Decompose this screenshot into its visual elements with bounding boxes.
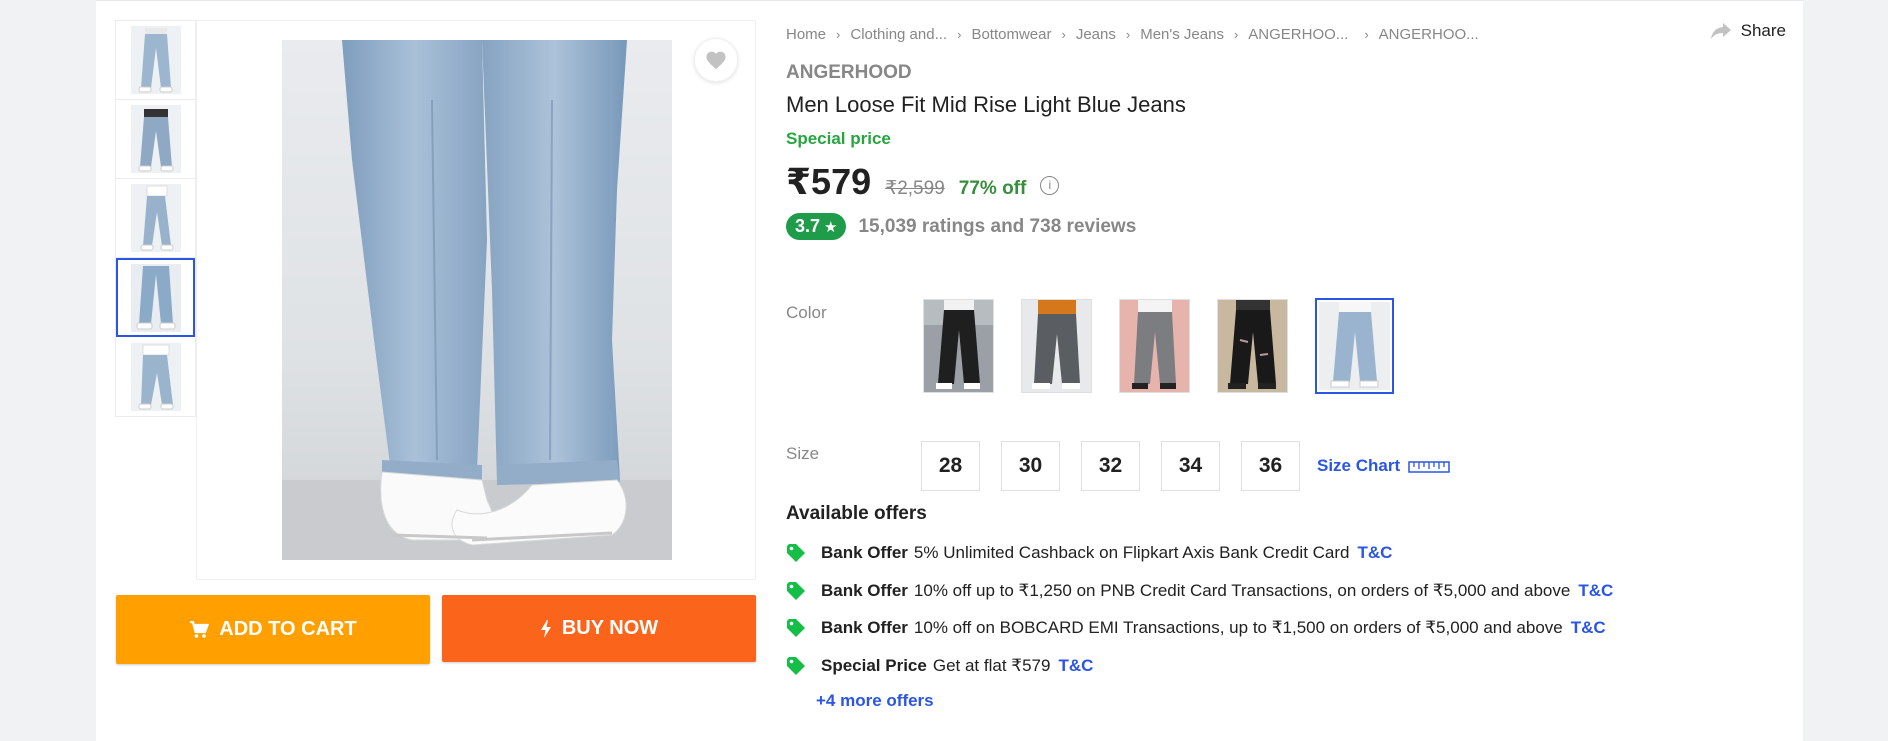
color-swatch-grey[interactable] <box>1021 299 1092 393</box>
product-main-image <box>282 40 672 560</box>
buy-now-button[interactable]: BUY NOW <box>442 595 756 662</box>
product-details: Home › Clothing and... › Bottomwear › Je… <box>786 1 1786 741</box>
color-swatch-ash-grey[interactable] <box>1119 299 1190 393</box>
offer-text: 10% off on BOBCARD EMI Transactions, up … <box>913 618 1563 637</box>
rating-badge[interactable]: 3.7 ★ <box>786 213 847 240</box>
size-label: Size <box>786 444 820 463</box>
rating-value: 3.7 <box>795 216 821 236</box>
chevron-right-icon: › <box>1364 27 1369 42</box>
price-row: ₹579 ₹2,599 77% off i <box>786 161 1060 203</box>
size-option-28[interactable]: 28 <box>921 441 980 491</box>
bolt-icon <box>540 619 551 638</box>
thumbnail-1[interactable] <box>116 21 195 100</box>
color-swatch-black[interactable] <box>923 299 994 393</box>
offer-text: 5% Unlimited Cashback on Flipkart Axis B… <box>913 543 1350 562</box>
ruler-icon <box>1408 461 1450 473</box>
chevron-right-icon: › <box>836 27 841 42</box>
size-chart-label: Size Chart <box>1317 456 1401 475</box>
breadcrumb-bottomwear[interactable]: Bottomwear <box>971 26 1051 43</box>
breadcrumb-home[interactable]: Home <box>786 26 826 43</box>
thumbnail-2[interactable] <box>116 100 195 179</box>
breadcrumb-clothing[interactable]: Clothing and... <box>850 26 947 43</box>
share-button[interactable]: Share <box>1710 21 1786 41</box>
add-to-cart-button[interactable]: ADD TO CART <box>116 595 430 664</box>
chevron-right-icon: › <box>1061 27 1066 42</box>
breadcrumb-product[interactable]: ANGERHOO... <box>1379 26 1479 43</box>
available-offers-heading: Available offers <box>786 503 927 524</box>
rating-row: 3.7 ★ 15,039 ratings and 738 reviews <box>786 213 1136 240</box>
offer-text: 10% off up to ₹1,250 on PNB Credit Card … <box>913 581 1571 600</box>
size-option-34[interactable]: 34 <box>1161 441 1220 491</box>
offer-item: Bank Offer 10% off on BOBCARD EMI Transa… <box>786 618 1606 638</box>
color-swatch-black-ripped[interactable] <box>1217 299 1288 393</box>
offer-tag-icon <box>786 543 808 563</box>
offer-item: Bank Offer 10% off up to ₹1,250 on PNB C… <box>786 581 1613 601</box>
buy-now-label: BUY NOW <box>561 617 659 639</box>
offer-tag-icon <box>786 581 808 601</box>
offer-kind: Special Price <box>821 656 927 675</box>
offer-tc-link[interactable]: T&C <box>1358 543 1393 563</box>
breadcrumb: Home › Clothing and... › Bottomwear › Je… <box>786 26 1479 43</box>
offer-item: Special Price Get at flat ₹579 T&C <box>786 656 1093 676</box>
special-price-label: Special price <box>786 129 891 148</box>
brand-name: ANGERHOOD <box>786 62 912 83</box>
product-image-viewer[interactable] <box>196 20 756 580</box>
offer-kind: Bank Offer <box>821 543 908 562</box>
color-label: Color <box>786 303 827 322</box>
offer-tag-icon <box>786 618 808 638</box>
thumbnail-strip <box>115 20 196 417</box>
size-option-30[interactable]: 30 <box>1001 441 1060 491</box>
ratings-reviews-count[interactable]: 15,039 ratings and 738 reviews <box>858 216 1136 238</box>
original-price: ₹2,599 <box>885 178 945 199</box>
discount-badge: 77% off <box>958 178 1027 199</box>
info-icon[interactable]: i <box>1040 175 1060 195</box>
thumbnail-4[interactable] <box>116 258 195 337</box>
offer-tag-icon <box>786 656 808 676</box>
thumbnail-5[interactable] <box>116 337 195 416</box>
thumbnail-3[interactable] <box>116 179 195 258</box>
size-options: 28 30 32 34 36 Size Chart <box>921 441 1450 491</box>
heart-icon[interactable] <box>694 38 738 82</box>
breadcrumb-brand[interactable]: ANGERHOO... <box>1248 26 1348 43</box>
offer-text: Get at flat ₹579 <box>932 656 1051 675</box>
offer-item: Bank Offer 5% Unlimited Cashback on Flip… <box>786 543 1392 563</box>
chevron-right-icon: › <box>1125 27 1131 42</box>
add-to-cart-label: ADD TO CART <box>219 618 357 640</box>
size-chart-link[interactable]: Size Chart <box>1317 456 1450 476</box>
product-title: Men Loose Fit Mid Rise Light Blue Jeans <box>786 92 1186 117</box>
size-option-32[interactable]: 32 <box>1081 441 1140 491</box>
color-options <box>923 298 1394 394</box>
offer-tc-link[interactable]: T&C <box>1571 618 1606 638</box>
star-icon: ★ <box>824 218 838 236</box>
offer-tc-link[interactable]: T&C <box>1058 656 1093 676</box>
offer-tc-link[interactable]: T&C <box>1578 581 1613 601</box>
cart-icon <box>190 620 210 638</box>
offer-kind: Bank Offer <box>821 618 908 637</box>
breadcrumb-mens-jeans[interactable]: Men's Jeans <box>1140 26 1224 43</box>
share-label: Share <box>1740 21 1786 40</box>
product-card: ADD TO CART BUY NOW Home › Clothing and.… <box>96 0 1803 741</box>
more-offers-link[interactable]: +4 more offers <box>816 691 934 711</box>
share-icon <box>1710 23 1731 39</box>
color-swatch-light-blue[interactable] <box>1315 298 1394 394</box>
chevron-right-icon: › <box>957 27 962 42</box>
size-option-36[interactable]: 36 <box>1241 441 1300 491</box>
offer-kind: Bank Offer <box>821 581 908 600</box>
breadcrumb-jeans[interactable]: Jeans <box>1076 26 1116 43</box>
chevron-right-icon: › <box>1233 27 1239 42</box>
selling-price: ₹579 <box>786 161 872 202</box>
